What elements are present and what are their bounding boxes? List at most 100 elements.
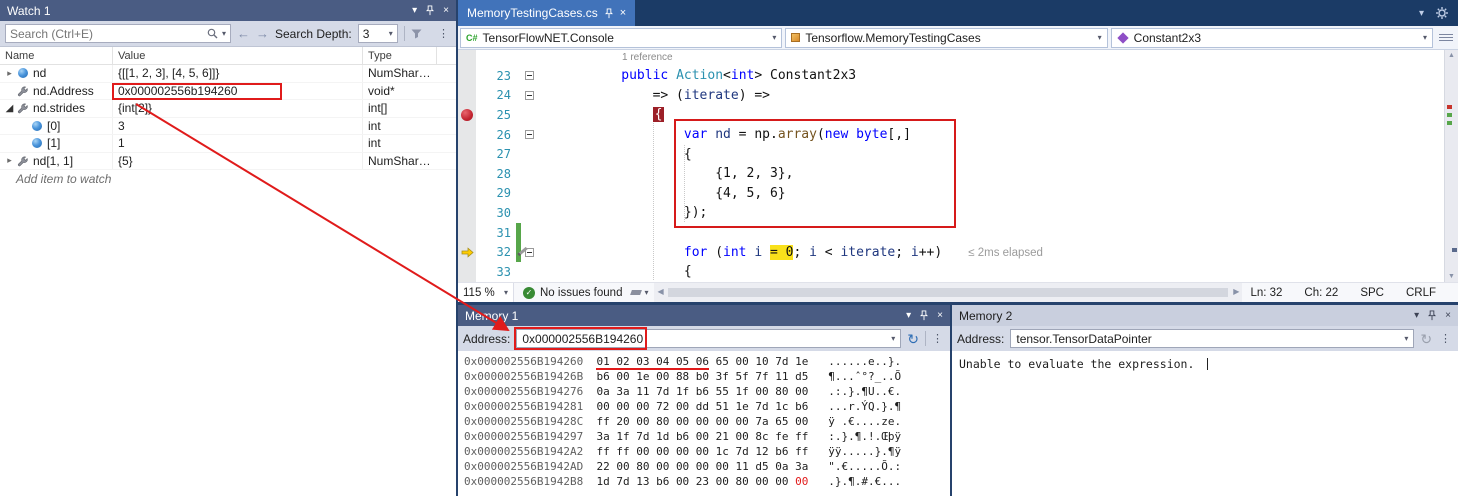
memory-row[interactable]: 0x000002556B19428C ff 20 00 80 00 00 00 …	[464, 414, 950, 429]
toolbar-overflow-icon[interactable]: ⋮	[1440, 332, 1453, 345]
code-line-33[interactable]: 33 {	[458, 262, 1444, 282]
breakpoint-icon[interactable]	[461, 109, 473, 121]
expander-icon[interactable]: ▸	[3, 68, 16, 79]
code-line-25[interactable]: 25 {	[458, 105, 1444, 125]
memory1-titlebar[interactable]: Memory 1 ▾ ×	[458, 305, 950, 326]
code-text[interactable]: => (iterate) =>	[537, 88, 770, 103]
scroll-left-icon[interactable]: ◀	[657, 287, 663, 296]
code-line-28[interactable]: 28 {1, 2, 3},	[458, 164, 1444, 184]
collapse-icon[interactable]	[525, 71, 534, 80]
column-header-type[interactable]: Type	[363, 47, 437, 64]
code-line-27[interactable]: 27 {	[458, 144, 1444, 164]
project-dropdown[interactable]: C# TensorFlowNET.Console ▾	[460, 28, 782, 48]
watch-row[interactable]: [1]1int	[0, 135, 456, 153]
code-line-29[interactable]: 29 {4, 5, 6}	[458, 184, 1444, 204]
pin-icon[interactable]	[920, 310, 928, 321]
code-text[interactable]: var nd = np.array(new byte[,]	[537, 127, 911, 142]
memory1-address-input[interactable]: 0x000002556B194260 ▾	[516, 329, 901, 348]
pin-icon[interactable]	[426, 5, 434, 16]
refresh-icon[interactable]: ↻	[1420, 332, 1432, 346]
scroll-up-icon[interactable]: ▲	[1445, 52, 1458, 59]
window-position-chevron-icon[interactable]: ▾	[906, 311, 911, 321]
glyph-margin[interactable]	[458, 109, 476, 121]
search-options-chevron-icon[interactable]: ▾	[222, 29, 226, 38]
close-icon[interactable]: ×	[1445, 311, 1451, 321]
code-editor[interactable]: 1 reference 23 public Action<int> Consta…	[458, 50, 1444, 282]
change-bar	[516, 144, 521, 164]
memory-row[interactable]: 0x000002556B194297 3a 1f 7d 1d b6 00 21 …	[464, 429, 950, 444]
code-text[interactable]: public Action<int> Constant2x3	[537, 68, 856, 83]
type-dropdown[interactable]: Tensorflow.MemoryTestingCases ▾	[785, 28, 1107, 48]
memory2-titlebar[interactable]: Memory 2 ▾ ×	[952, 305, 1458, 326]
search-input[interactable]: Search (Ctrl+E) ▾	[5, 24, 231, 43]
memory-address: 0x000002556B19426B	[464, 370, 583, 383]
memory-ascii: ......e..}.	[828, 355, 901, 368]
memory2-address-input[interactable]: tensor.TensorDataPointer ▾	[1010, 329, 1414, 348]
memory-row[interactable]: 0x000002556B19426B b6 00 1e 00 88 b0 3f …	[464, 369, 950, 384]
watch-row[interactable]: ▸nd[1, 1]{5}NumShar…	[0, 153, 456, 171]
watch-row[interactable]: nd.Address0x000002556b194260void*	[0, 83, 456, 101]
scroll-down-icon[interactable]: ▼	[1445, 273, 1458, 280]
memory-row[interactable]: 0x000002556B1942B8 1d 7d 13 b6 00 23 00 …	[464, 474, 950, 489]
search-prev-button[interactable]: ←	[237, 26, 250, 41]
code-line-23[interactable]: 23 public Action<int> Constant2x3	[458, 66, 1444, 86]
code-text[interactable]: {	[537, 147, 692, 162]
filter-icon[interactable]	[411, 29, 422, 39]
pin-icon[interactable]	[605, 8, 613, 19]
watch-row[interactable]: ◢nd.strides{int[2]}int[]	[0, 100, 456, 118]
split-window-button[interactable]	[1439, 31, 1453, 45]
memory-row[interactable]: 0x000002556B1942AD 22 00 80 00 00 00 00 …	[464, 459, 950, 474]
window-position-chevron-icon[interactable]: ▾	[1414, 311, 1419, 321]
code-line-30[interactable]: 30 });	[458, 203, 1444, 223]
code-text[interactable]: for (int i = 0; i < iterate; i++)≤ 2ms e…	[537, 245, 1043, 260]
expander-icon[interactable]: ◢	[3, 103, 16, 114]
pin-icon[interactable]	[1428, 310, 1436, 321]
code-text[interactable]: {	[537, 107, 664, 122]
editor-horizontal-scrollbar[interactable]: ◀ ▶	[654, 283, 1242, 302]
code-text[interactable]: {1, 2, 3},	[537, 166, 793, 181]
toolbar-overflow-icon[interactable]: ⋮	[932, 332, 945, 345]
code-line-32[interactable]: 32 for (int i = 0; i < iterate; i++)≤ 2m…	[458, 242, 1444, 262]
code-line-31[interactable]: 31	[458, 223, 1444, 243]
member-dropdown[interactable]: Constant2x3 ▾	[1111, 28, 1433, 48]
add-watch-item[interactable]: Add item to watch	[0, 172, 111, 186]
zoom-select[interactable]: 115 % ▾	[458, 283, 514, 302]
scroll-right-icon[interactable]: ▶	[1233, 287, 1239, 296]
watch-titlebar[interactable]: Watch 1 ▾ ×	[0, 0, 456, 21]
glyph-margin[interactable]	[458, 247, 476, 258]
search-next-button[interactable]: →	[256, 26, 269, 41]
code-text[interactable]: {4, 5, 6}	[537, 186, 786, 201]
expander-icon[interactable]: ▸	[3, 155, 16, 166]
watch-row[interactable]: ▸nd{[[1, 2, 3], [4, 5, 6]]}NumShar…	[0, 65, 456, 83]
window-position-chevron-icon[interactable]: ▾	[412, 6, 417, 16]
close-icon[interactable]: ×	[443, 6, 449, 16]
memory-row[interactable]: 0x000002556B194260 01 02 03 04 05 06 65 …	[464, 354, 950, 369]
gear-icon[interactable]	[1436, 7, 1448, 19]
column-header-value[interactable]: Value	[113, 47, 363, 64]
editor-vertical-scrollbar[interactable]: ▲ ▼	[1444, 50, 1458, 282]
collapse-icon[interactable]	[525, 91, 534, 100]
column-header-name[interactable]: Name	[0, 47, 113, 64]
code-cleanup-button[interactable]: ▾	[631, 288, 654, 297]
toolbar-overflow-icon[interactable]: ⋮	[438, 27, 451, 40]
tab-list-chevron-icon[interactable]: ▾	[1419, 8, 1424, 19]
code-text[interactable]: });	[537, 205, 707, 220]
search-depth-select[interactable]: 3 ▾	[358, 24, 398, 43]
scrollbar-thumb[interactable]	[668, 288, 1228, 297]
memory-row[interactable]: 0x000002556B194281 00 00 00 72 00 dd 51 …	[464, 399, 950, 414]
watch-type: int	[363, 119, 437, 133]
code-line-24[interactable]: 24 => (iterate) =>	[458, 86, 1444, 106]
code-line-26[interactable]: 26 var nd = np.array(new byte[,]	[458, 125, 1444, 145]
collapse-icon[interactable]	[525, 130, 534, 139]
memory1-rows[interactable]: 0x000002556B194260 01 02 03 04 05 06 65 …	[458, 352, 950, 496]
code-text[interactable]: {	[537, 264, 692, 279]
memory-row[interactable]: 0x000002556B194276 0a 3a 11 7d 1f b6 55 …	[464, 384, 950, 399]
watch-row[interactable]: [0]3int	[0, 118, 456, 136]
memory2-message-area[interactable]: Unable to evaluate the expression.	[952, 352, 1208, 371]
memory-row[interactable]: 0x000002556B1942A2 ff ff 00 00 00 00 1c …	[464, 444, 950, 459]
refresh-icon[interactable]: ↻	[907, 332, 919, 346]
tab-memorytestingcases[interactable]: MemoryTestingCases.cs ×	[458, 0, 635, 26]
document-health[interactable]: ✓ No issues found	[514, 287, 631, 299]
close-icon[interactable]: ×	[937, 311, 943, 321]
close-icon[interactable]: ×	[620, 7, 626, 19]
